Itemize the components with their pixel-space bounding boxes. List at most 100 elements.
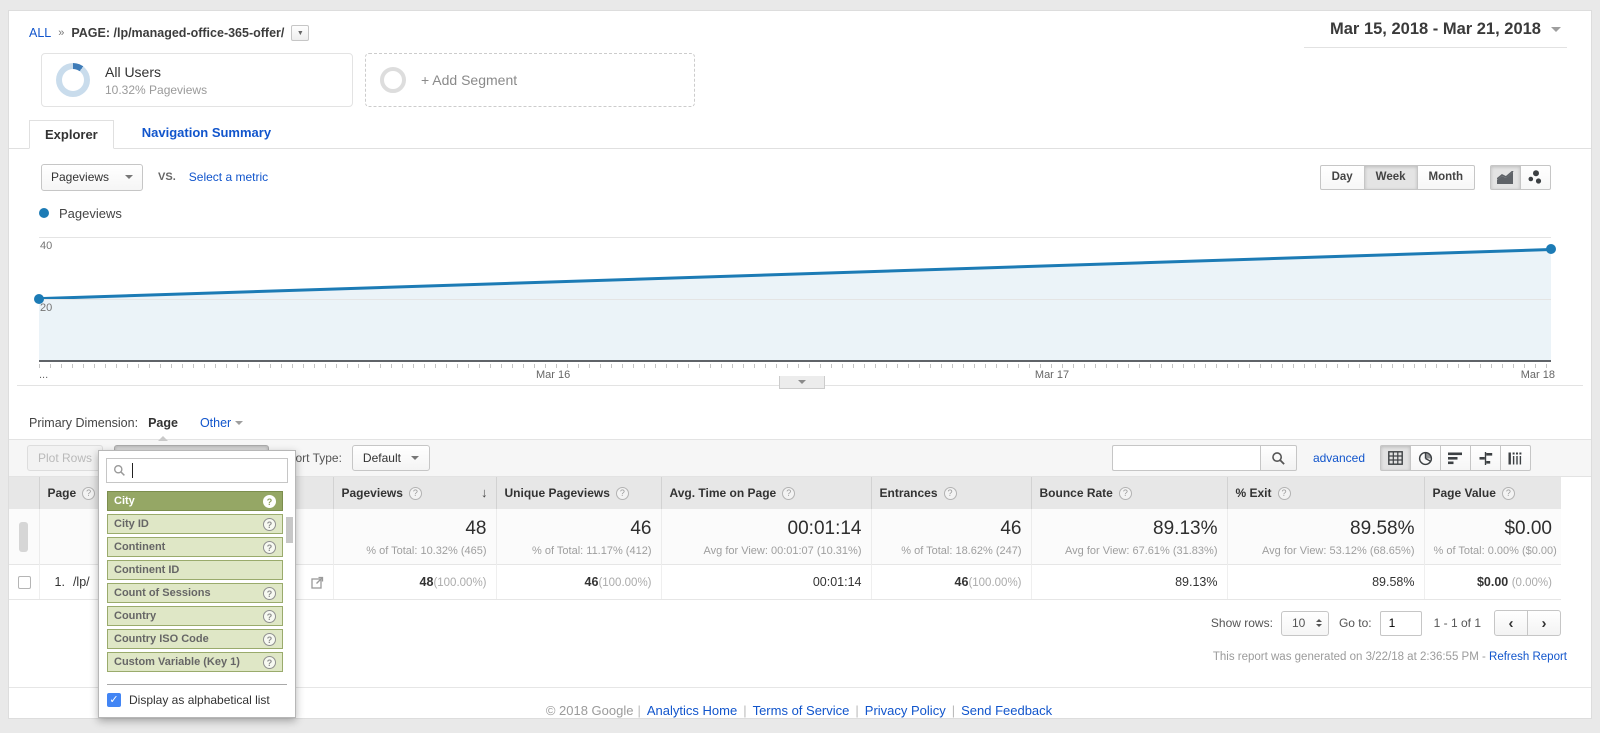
y-tick-label: 20: [40, 301, 53, 314]
column-header-pct-exit[interactable]: % Exit?: [1226, 477, 1424, 509]
prev-page-button[interactable]: ‹: [1494, 610, 1528, 636]
add-segment-button[interactable]: + Add Segment: [365, 53, 695, 107]
dimension-item-continent-id[interactable]: Continent ID: [107, 560, 283, 580]
dimension-item-country-iso-code[interactable]: Country ISO Code ?: [107, 629, 283, 649]
help-icon[interactable]: ?: [1277, 487, 1291, 500]
cell-value: 89.58%: [1372, 575, 1415, 589]
row-entrances: 46(100.00%): [870, 564, 1031, 600]
goto-page-input[interactable]: [1379, 610, 1422, 636]
x-label-ellipsis: ...: [39, 369, 49, 381]
view-data-table-button[interactable]: [1380, 445, 1411, 471]
breadcrumb-all-link[interactable]: ALL: [29, 26, 51, 40]
help-icon[interactable]: ?: [263, 609, 276, 623]
dimension-item-continent[interactable]: Continent ?: [107, 537, 283, 557]
chart-plot[interactable]: 20 40: [34, 228, 1556, 362]
granularity-month-button[interactable]: Month: [1416, 164, 1475, 190]
footer-link-analytics-home[interactable]: Analytics Home: [647, 703, 737, 718]
help-icon[interactable]: ?: [1118, 487, 1132, 500]
plot-rows-button[interactable]: Plot Rows: [27, 445, 104, 471]
dimension-item-count-of-sessions[interactable]: Count of Sessions ?: [107, 583, 283, 603]
help-icon[interactable]: ?: [263, 540, 276, 554]
table-search-button[interactable]: [1259, 445, 1297, 471]
granularity-week-button[interactable]: Week: [1363, 164, 1418, 190]
select-all-header[interactable]: [9, 477, 39, 509]
line-chart-button[interactable]: [1490, 164, 1521, 190]
help-icon[interactable]: ?: [782, 487, 796, 500]
help-icon[interactable]: ?: [263, 632, 276, 646]
summary-value: 46: [1000, 518, 1022, 539]
help-icon[interactable]: ?: [263, 494, 276, 508]
help-icon[interactable]: ?: [263, 655, 276, 669]
column-header-entrances[interactable]: Entrances?: [870, 477, 1031, 509]
column-header-bounce-rate[interactable]: Bounce Rate?: [1030, 477, 1227, 509]
dimension-item-label: Continent ID: [114, 564, 180, 576]
dimension-item-label: Country: [114, 610, 157, 622]
help-icon[interactable]: ?: [82, 487, 96, 500]
page-path-link[interactable]: /lp/: [73, 575, 90, 589]
dimension-item-city-id[interactable]: City ID ?: [107, 514, 283, 534]
x-axis-ticks: [39, 364, 1551, 368]
column-header-unique-pageviews[interactable]: Unique Pageviews?: [495, 477, 661, 509]
column-header-page-value[interactable]: Page Value?: [1423, 477, 1561, 509]
checked-checkbox[interactable]: ✓: [107, 693, 121, 707]
footer-link-terms[interactable]: Terms of Service: [753, 703, 850, 718]
data-point-dot[interactable]: [1546, 244, 1556, 255]
segment-all-users[interactable]: All Users 10.32% Pageviews: [41, 53, 353, 107]
column-header-avg-time-on-page[interactable]: Avg. Time on Page?: [660, 477, 871, 509]
goto-label: Go to:: [1338, 616, 1372, 630]
alphabetical-list-option[interactable]: ✓ Display as alphabetical list: [99, 685, 295, 717]
sort-desc-icon[interactable]: ↓: [481, 485, 488, 500]
next-page-button[interactable]: ›: [1527, 610, 1561, 636]
date-range-selector[interactable]: Mar 15, 2018 - Mar 21, 2018: [1304, 18, 1567, 48]
summary-sub: % of Total: 18.62% (247): [901, 545, 1022, 557]
chart-collapse-handle[interactable]: [779, 376, 825, 389]
comparison-bars-icon: [1479, 451, 1493, 465]
help-icon[interactable]: ?: [615, 487, 629, 500]
summary-sub: Avg for View: 67.61% (31.83%): [1065, 545, 1218, 557]
advanced-search-link[interactable]: advanced: [1313, 451, 1365, 465]
motion-chart-button[interactable]: [1520, 164, 1551, 190]
footer-link-privacy[interactable]: Privacy Policy: [865, 703, 946, 718]
tab-navigation-summary[interactable]: Navigation Summary: [142, 125, 271, 148]
show-rows-select[interactable]: 10: [1280, 610, 1329, 636]
data-point-dot[interactable]: [34, 293, 44, 304]
dimension-item-custom-variable-key1[interactable]: Custom Variable (Key 1) ?: [107, 652, 283, 672]
caret-down-icon: ▼: [296, 29, 304, 37]
row-bounce-rate: 89.13%: [1030, 564, 1227, 600]
view-pivot-button[interactable]: [1500, 445, 1531, 471]
dimension-search-box[interactable]: [106, 458, 288, 483]
row-checkbox[interactable]: [18, 575, 31, 589]
dimension-item-label: Country ISO Code: [114, 633, 209, 645]
footer-link-feedback[interactable]: Send Feedback: [961, 703, 1052, 718]
summary-sub: % of Total: 11.17% (412): [532, 545, 652, 557]
dropdown-scrollbar[interactable]: [286, 517, 293, 543]
dimension-item-city[interactable]: City ?: [107, 491, 283, 511]
primary-dimension-other[interactable]: Other: [199, 416, 244, 430]
help-icon[interactable]: ?: [408, 487, 422, 500]
metric-dropdown[interactable]: Pageviews: [41, 163, 144, 191]
summary-value: 48: [465, 518, 487, 539]
dimension-item-label: Continent: [114, 541, 166, 553]
view-percentage-button[interactable]: [1410, 445, 1441, 471]
select-a-metric-link[interactable]: Select a metric: [189, 170, 268, 184]
granularity-day-button[interactable]: Day: [1319, 164, 1365, 190]
tab-explorer[interactable]: Explorer: [29, 120, 114, 149]
dimension-item-country[interactable]: Country ?: [107, 606, 283, 626]
x-label-mar18: Mar 18: [1520, 369, 1555, 381]
view-performance-button[interactable]: [1440, 445, 1471, 471]
breadcrumb-dropdown-button[interactable]: ▼: [291, 25, 310, 41]
help-icon[interactable]: ?: [1501, 487, 1515, 500]
open-page-external-icon[interactable]: [310, 576, 324, 589]
table-search-input[interactable]: [1111, 445, 1260, 471]
column-header-pageviews[interactable]: Pageviews? ↓: [332, 477, 496, 509]
plot-rows-pill: [19, 522, 29, 552]
help-icon[interactable]: ?: [263, 517, 276, 531]
primary-dimension-page[interactable]: Page: [148, 416, 178, 441]
refresh-report-link[interactable]: Refresh Report: [1489, 651, 1567, 663]
summary-sub: Avg for View: 53.12% (68.65%): [1262, 545, 1415, 557]
primary-dimension-other-label: Other: [199, 416, 232, 430]
view-comparison-button[interactable]: [1470, 445, 1501, 471]
help-icon[interactable]: ?: [263, 586, 276, 600]
sort-type-dropdown[interactable]: Default: [351, 445, 430, 471]
help-icon[interactable]: ?: [943, 487, 957, 500]
